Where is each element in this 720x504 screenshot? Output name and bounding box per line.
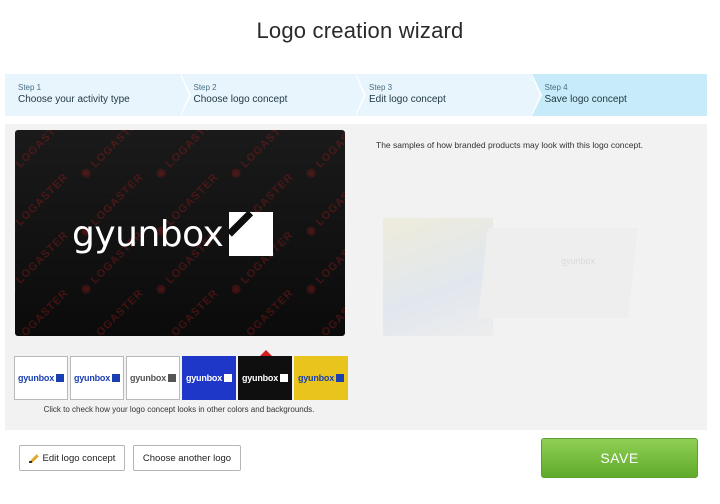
samples-description: The samples of how branded products may … [376,140,643,150]
page-title: Logo creation wizard [256,18,464,43]
wizard-steps: Step 1 Choose your activity type Step 2 … [5,74,707,116]
step-3[interactable]: Step 3 Edit logo concept [356,74,542,116]
step-1[interactable]: Step 1 Choose your activity type [5,74,191,116]
step-label: Save logo concept [544,94,627,105]
logo-mark-icon [280,374,289,382]
selected-marker-icon [260,350,272,356]
save-button[interactable]: SAVE [541,438,698,478]
swatch-black[interactable]: gyunbox [238,350,292,400]
step-label: Edit logo concept [369,94,446,105]
swatch-hint: Click to check how your logo concept loo… [43,405,315,414]
step-4[interactable]: Step 4 Save logo concept [531,74,707,116]
watermark-text: ◉ LOGASTER [303,130,345,181]
color-swatches: gyunbox gyunbox gyunbox gyunbox gyunbox … [14,350,348,400]
logo-preview: ◉ LOGASTER ◉ LOGASTER ◉ LOGASTER ◉ LOGASTER… [15,130,345,336]
step-number: Step 1 [18,83,42,92]
step-label: Choose logo concept [193,94,288,105]
logo-mark-icon [229,212,274,256]
step-number: Step 3 [369,83,393,92]
swatch-yellow[interactable]: gyunbox [294,356,348,400]
branded-products-preview: gyunbox [383,218,638,336]
swatch-label: gyunbox [17,373,55,383]
logo-mark-icon [112,374,121,382]
step-number: Step 2 [193,83,217,92]
swatch-white-blue-alt[interactable]: gyunbox [70,356,124,400]
edit-logo-button[interactable]: Edit logo concept [19,445,125,471]
step-2[interactable]: Step 2 Choose logo concept [180,74,366,116]
watermark-text: ◉ LOGASTER [303,228,345,297]
swatch-white-blue[interactable]: gyunbox [14,356,68,400]
logo-mark-icon [56,374,65,382]
step-number: Step 4 [544,83,568,92]
edit-logo-label: Edit logo concept [42,452,116,464]
choose-another-logo-button[interactable]: Choose another logo [133,445,241,471]
choose-another-label: Choose another logo [142,452,232,464]
pencil-icon [28,453,39,463]
swatch-label: gyunbox [73,373,111,383]
swatch-label: gyunbox [241,373,279,383]
swatch-label: gyunbox [129,373,167,383]
watermark-text: ◉ LOGASTER [303,170,345,239]
logo-text: gyunbox [72,213,224,255]
watermark-text: ◉ LOGASTER [15,286,72,336]
save-label: SAVE [600,450,639,466]
swatch-white-gray[interactable]: gyunbox [126,356,180,400]
logo-mark-icon [336,374,345,382]
swatch-blue[interactable]: gyunbox [182,356,236,400]
logo: gyunbox [72,212,274,256]
logo-mark-icon [168,374,177,382]
swatch-label: gyunbox [297,373,335,383]
logo-mark-icon [224,374,233,382]
swatch-label: gyunbox [185,373,223,383]
step-label: Choose your activity type [18,94,130,105]
sample-logo-text: gyunbox [561,256,596,266]
